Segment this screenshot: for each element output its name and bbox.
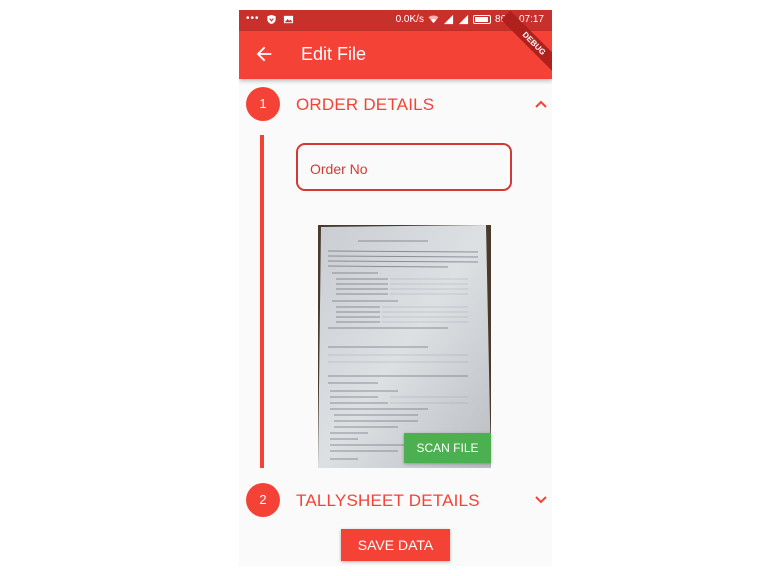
- signal-icon: [443, 14, 454, 25]
- app-screen: ••• 0.0K/s 86% 07:17: [239, 10, 552, 566]
- scan-file-button[interactable]: SCAN FILE: [404, 433, 491, 463]
- chevron-up-icon[interactable]: [534, 97, 548, 111]
- notification-dots: •••: [246, 13, 260, 24]
- order-no-input[interactable]: [308, 158, 502, 180]
- battery-icon: [472, 15, 491, 24]
- app-bar: Edit File DEBUG: [239, 10, 552, 79]
- chevron-down-icon[interactable]: [534, 492, 548, 506]
- shield-icon: [266, 14, 276, 24]
- step-2-title[interactable]: TALLYSHEET DETAILS: [296, 491, 480, 511]
- page-title: Edit File: [301, 44, 367, 64]
- order-no-field[interactable]: [296, 143, 512, 191]
- scanned-document-image: [318, 225, 491, 468]
- back-arrow-icon[interactable]: [253, 43, 275, 65]
- save-data-button[interactable]: SAVE DATA: [341, 529, 450, 561]
- step-1-number: 1: [246, 87, 280, 121]
- image-icon: [283, 15, 293, 23]
- network-speed: 0.0K/s: [395, 14, 424, 25]
- step-2-number: 2: [246, 483, 280, 517]
- signal-icon-2: [458, 14, 469, 25]
- step-connector-line: [260, 135, 264, 468]
- wifi-icon: [428, 15, 439, 24]
- step-1-title[interactable]: ORDER DETAILS: [296, 95, 434, 115]
